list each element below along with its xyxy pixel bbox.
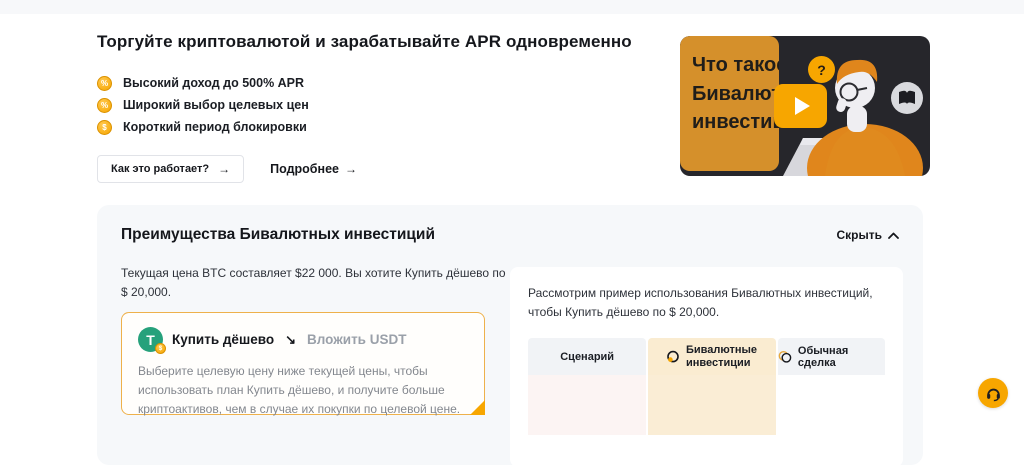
bullet-label: Широкий выбор целевых цен (123, 98, 309, 112)
play-icon (795, 97, 810, 115)
learn-more-label: Подробнее (270, 162, 339, 176)
coin-dollar-icon: $ (97, 120, 112, 135)
top-divider-strip (0, 0, 1024, 14)
coin-badge-icon: $ (155, 343, 166, 354)
buy-low-plan-card[interactable]: T $ Купить дёшево ↘ Вложить USDT Выберит… (121, 312, 485, 415)
plan-card-header: T $ Купить дёшево ↘ Вложить USDT (138, 327, 468, 352)
benefits-panel: Преимущества Бивалютных инвестиций Скрыт… (97, 205, 923, 465)
arrow-right-icon: → (218, 162, 230, 176)
tether-usdt-icon: T $ (138, 327, 163, 352)
chevron-up-icon (888, 232, 899, 239)
how-it-works-label: Как это работает? (111, 163, 209, 175)
header-dual-investment: Бивалютные инвестиции (648, 338, 775, 375)
example-card: Рассмотрим пример использования Бивалютн… (510, 267, 903, 467)
benefit-bullets: % Высокий доход до 500% APR % Широкий вы… (97, 72, 677, 138)
hero-section: Торгуйте криптовалютой и зарабатывайте A… (97, 32, 677, 183)
bullet-high-apr: % Высокий доход до 500% APR (97, 72, 677, 94)
bullet-short-lock: $ Короткий период блокировки (97, 116, 677, 138)
hide-label: Скрыть (836, 228, 882, 242)
coin-target-icon: % (97, 98, 112, 113)
arrow-down-right-icon: ↘ (285, 332, 296, 348)
intro-video-thumbnail[interactable]: Что такое Бивалютные инвестиции ? (680, 36, 930, 176)
bullet-label: Короткий период блокировки (123, 120, 307, 134)
bullet-label: Высокий доход до 500% APR (123, 76, 304, 90)
hero-actions: Как это работает? → Подробнее → (97, 155, 677, 183)
header-spot-trade: Обычная сделка (778, 338, 885, 375)
dual-investment-cell (648, 375, 775, 435)
plan-description: Выберите целевую цену ниже текущей цены,… (138, 362, 468, 420)
plan-title: Купить дёшево (172, 332, 274, 347)
header-label: Обычная сделка (798, 345, 885, 369)
table-body-row (528, 375, 885, 435)
example-intro-text: Рассмотрим пример использования Бивалютн… (528, 284, 880, 322)
spot-trade-cell (778, 375, 885, 435)
spot-trade-icon (778, 350, 792, 364)
benefits-title: Преимущества Бивалютных инвестиций (121, 226, 435, 244)
header-label: Сценарий (560, 351, 614, 363)
arrow-right-icon: → (345, 162, 357, 176)
bullet-target-prices: % Широкий выбор целевых цен (97, 94, 677, 116)
page-title: Торгуйте криптовалютой и зарабатывайте A… (97, 32, 677, 52)
play-button[interactable] (774, 84, 827, 128)
header-label: Бивалютные инвестиции (686, 344, 758, 369)
dual-investment-icon (666, 350, 680, 364)
comparison-table: Сценарий Бивалютные инвестиции Обычная с… (528, 338, 885, 435)
table-header-row: Сценарий Бивалютные инвестиции Обычная с… (528, 338, 885, 375)
coin-apr-icon: % (97, 76, 112, 91)
support-chat-button[interactable] (978, 378, 1008, 408)
question-badge-icon: ? (808, 56, 835, 83)
tether-letter: T (146, 332, 155, 348)
header-scenario: Сценарий (528, 338, 646, 375)
benefits-panel-header: Преимущества Бивалютных инвестиций Скрыт… (121, 226, 899, 244)
scenario-cell (528, 375, 646, 435)
current-price-text: Текущая цена BTC составляет $22 000. Вы … (121, 264, 513, 302)
headset-icon (985, 385, 1002, 402)
hide-panel-link[interactable]: Скрыть (836, 228, 899, 242)
learn-more-link[interactable]: Подробнее → (270, 162, 357, 176)
dual-asset-landing: Торгуйте криптовалютой и зарабатывайте A… (0, 0, 1024, 415)
selected-corner-marker (470, 400, 485, 415)
how-it-works-button[interactable]: Как это работает? → (97, 155, 244, 183)
plan-action-label: Вложить USDT (307, 332, 407, 347)
